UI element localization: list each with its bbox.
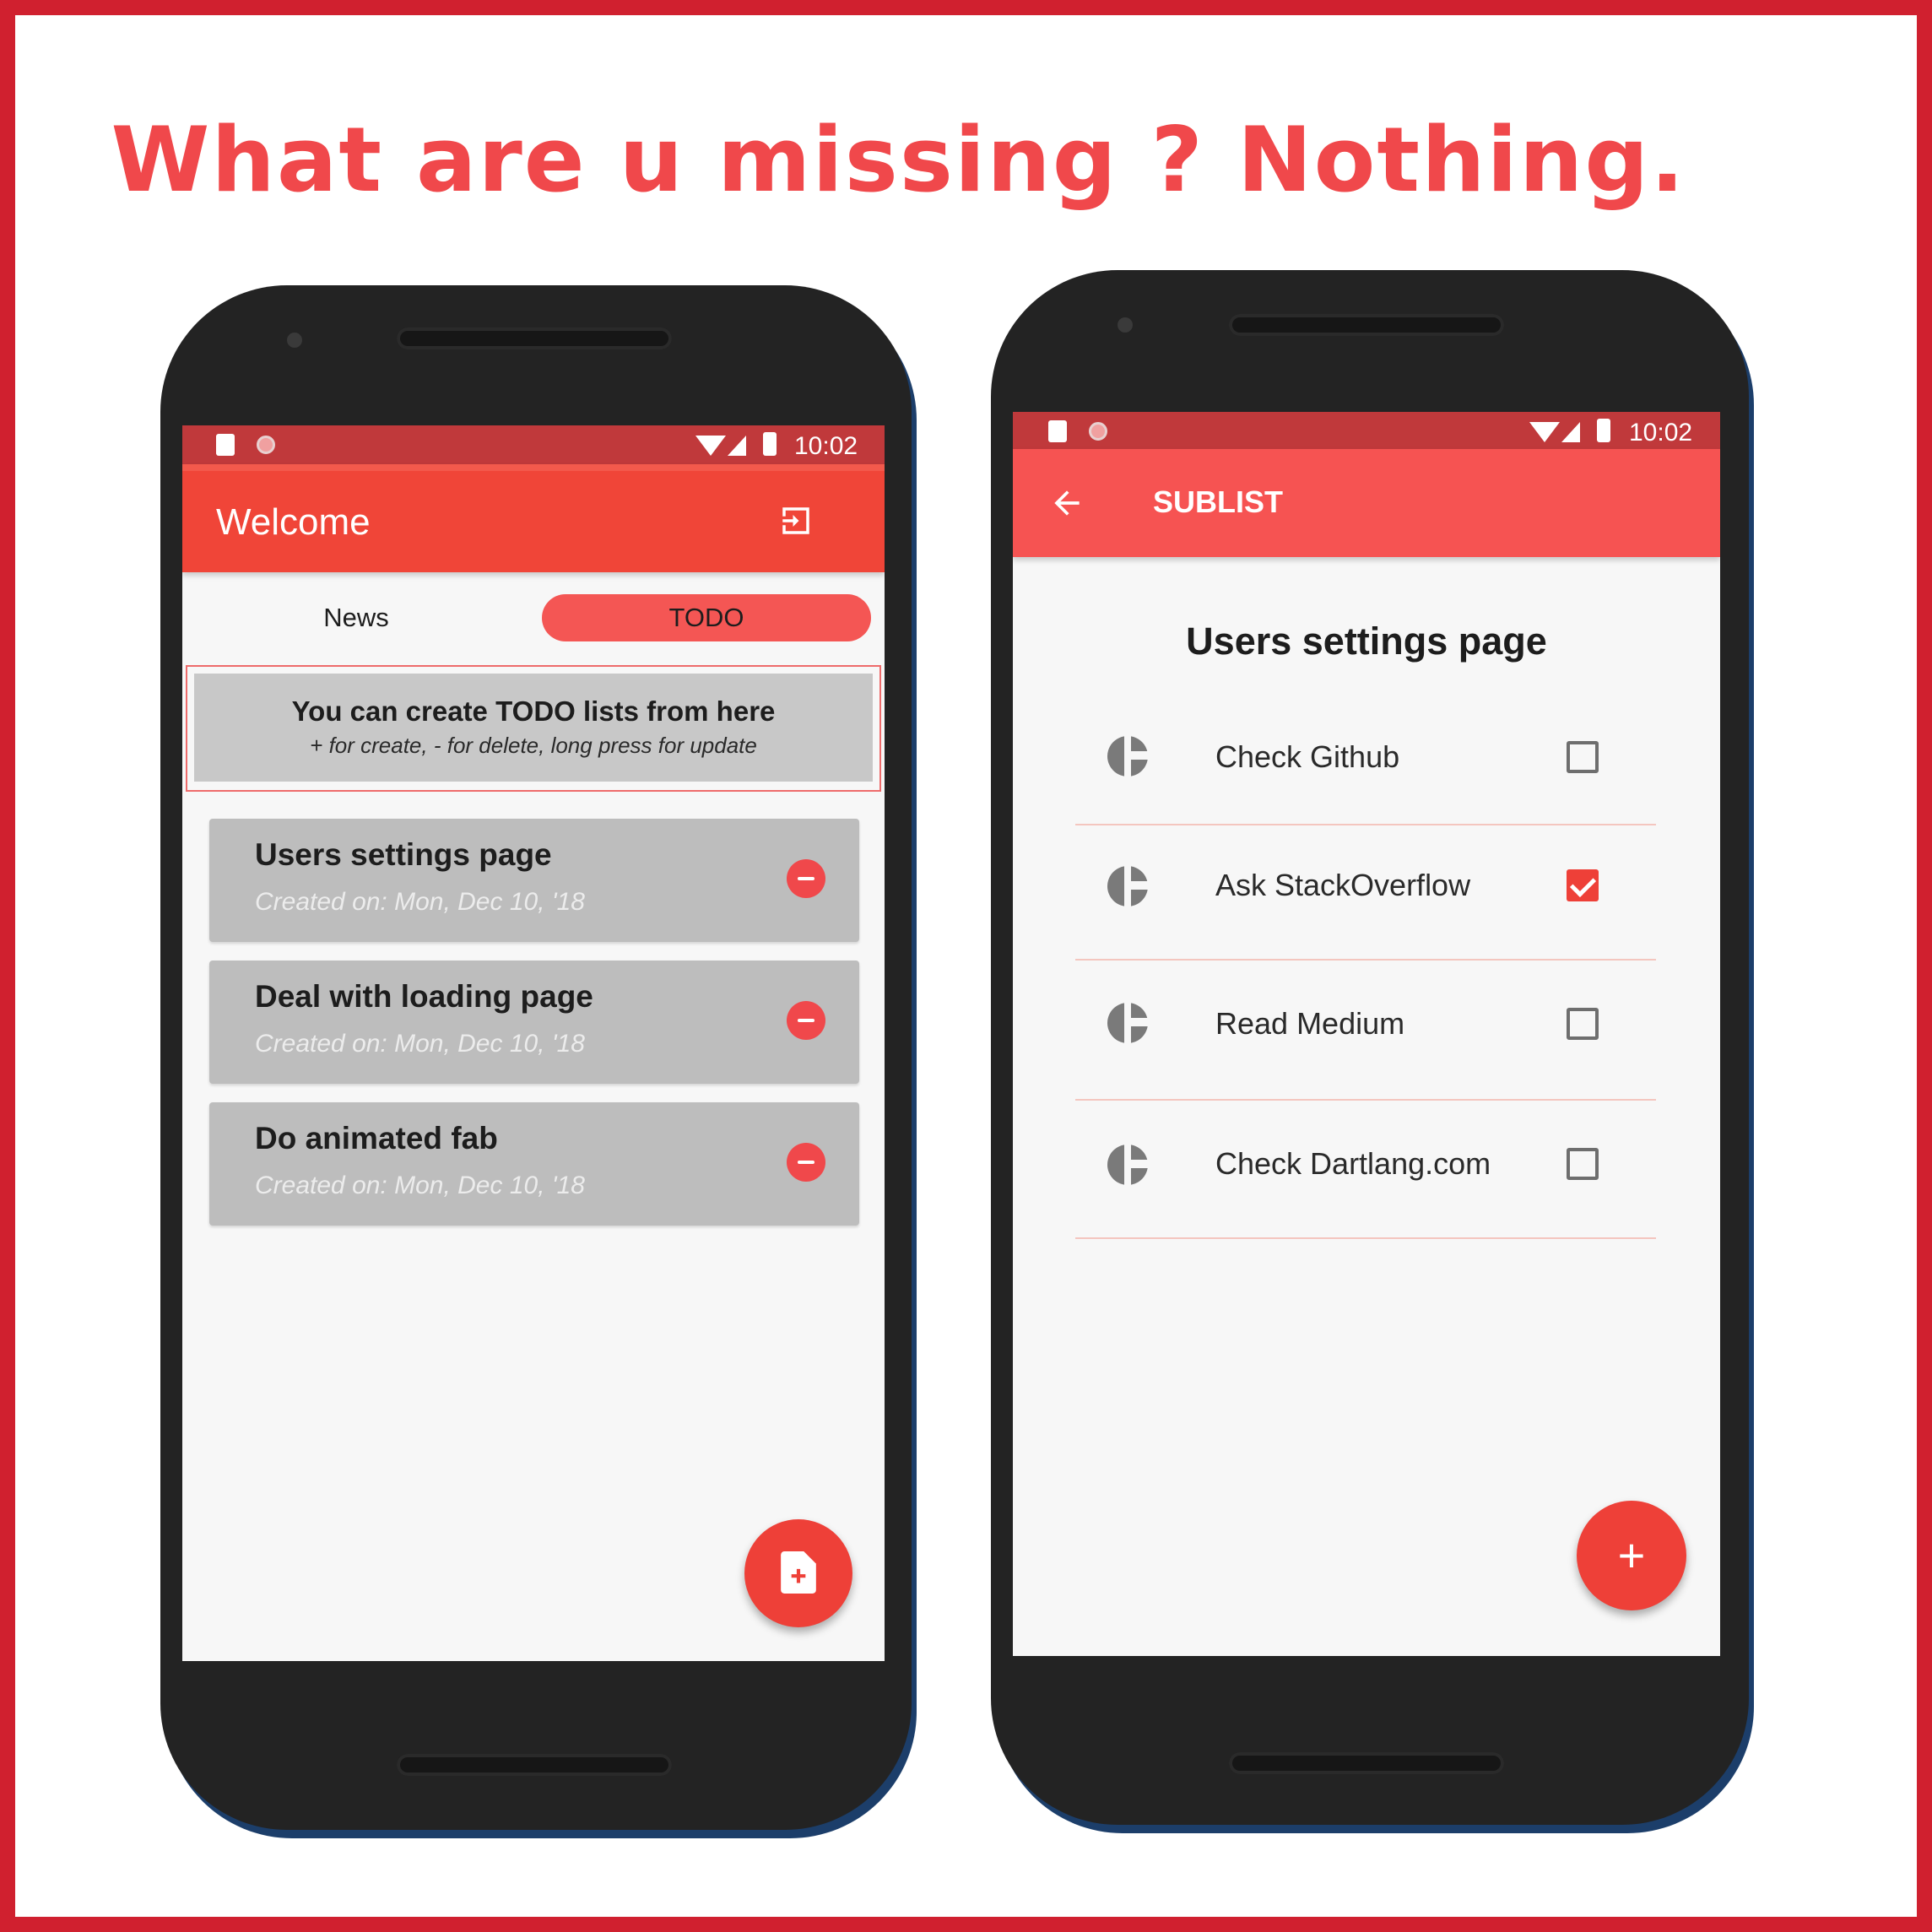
status-bar: 10:02 [1013,412,1720,451]
logout-icon[interactable] [778,503,810,535]
item-checkbox-checked[interactable] [1567,869,1599,901]
item-checkbox[interactable] [1567,1008,1599,1040]
list-item[interactable]: Check Dartlang.com [1075,1101,1656,1239]
right-screen: 10:02 SUBLIST Users settings page Check … [1013,412,1720,1656]
plus-icon: + [1617,1529,1646,1582]
status-time: 10:02 [794,432,858,460]
info-box-outline: You can create TODO lists from here + fo… [186,665,881,792]
tab-news[interactable]: News [230,594,483,641]
info-box: You can create TODO lists from here + fo… [194,674,873,782]
app-title: Welcome [216,501,371,543]
headline: What are u missing ? Nothing. [111,108,1686,212]
left-screen: 10:02 Welcome News TODO You can create T… [182,425,885,1661]
status-bar: 10:02 [182,425,885,464]
status-time: 10:02 [1629,419,1693,446]
item-label: Ask StackOverflow [1215,868,1471,902]
todo-list-title: Do animated fab [255,1121,498,1155]
todo-list-card[interactable]: Deal with loading page Created on: Mon, … [209,961,859,1084]
right-phone: 10:02 SUBLIST Users settings page Check … [991,270,1749,1825]
circle-notification-icon [257,436,275,454]
front-camera [1118,317,1133,333]
list-item[interactable]: Read Medium [1075,961,1656,1101]
todo-list-date: Created on: Mon, Dec 10, '18 [255,888,585,916]
tab-bar: News TODO [182,594,885,662]
add-list-fab[interactable] [744,1519,852,1627]
new-document-icon [781,1551,816,1594]
circle-notification-icon [1089,422,1107,441]
wifi-icon [1529,422,1560,442]
add-item-fab[interactable]: + [1577,1501,1686,1610]
pie-chart-icon [1107,866,1148,906]
top-speaker [1229,314,1504,336]
delete-minus-icon[interactable] [787,1001,825,1040]
app-title: SUBLIST [1153,484,1284,519]
sd-card-icon [1048,420,1067,442]
top-speaker [397,327,672,349]
item-label: Read Medium [1215,1006,1405,1041]
battery-icon [1597,419,1610,442]
app-bar: SUBLIST [1013,449,1720,557]
info-title: You can create TODO lists from here [291,695,776,727]
todo-list-card[interactable]: Do animated fab Created on: Mon, Dec 10,… [209,1102,859,1226]
app-bar: Welcome [182,464,885,572]
signal-icon [1561,422,1580,442]
todo-list-title: Users settings page [255,837,552,872]
item-checkbox[interactable] [1567,741,1599,773]
back-arrow-icon[interactable] [1048,484,1085,522]
bottom-speaker [397,1754,672,1776]
todo-list-date: Created on: Mon, Dec 10, '18 [255,1030,585,1058]
item-checkbox[interactable] [1567,1148,1599,1180]
todo-list-card[interactable]: Users settings page Created on: Mon, Dec… [209,819,859,942]
tab-todo[interactable]: TODO [542,594,871,641]
delete-minus-icon[interactable] [787,859,825,898]
sd-card-icon [216,434,235,456]
pie-chart-icon [1107,1145,1148,1185]
signal-icon [728,436,746,456]
pie-chart-icon [1107,1003,1148,1043]
battery-icon [763,432,777,456]
front-camera [287,333,302,348]
left-phone: 10:02 Welcome News TODO You can create T… [160,285,912,1830]
info-subtitle: + for create, - for delete, long press f… [310,733,757,758]
item-label: Check Dartlang.com [1215,1146,1491,1181]
item-label: Check Github [1215,739,1400,774]
pie-chart-icon [1107,736,1148,777]
bottom-speaker [1229,1752,1504,1774]
list-item[interactable]: Ask StackOverflow [1075,825,1656,961]
wifi-icon [695,436,726,456]
list-title: Users settings page [1186,620,1547,663]
delete-minus-icon[interactable] [787,1143,825,1182]
todo-list-title: Deal with loading page [255,979,593,1014]
todo-list-date: Created on: Mon, Dec 10, '18 [255,1172,585,1199]
list-item[interactable]: Check Github [1075,689,1656,825]
